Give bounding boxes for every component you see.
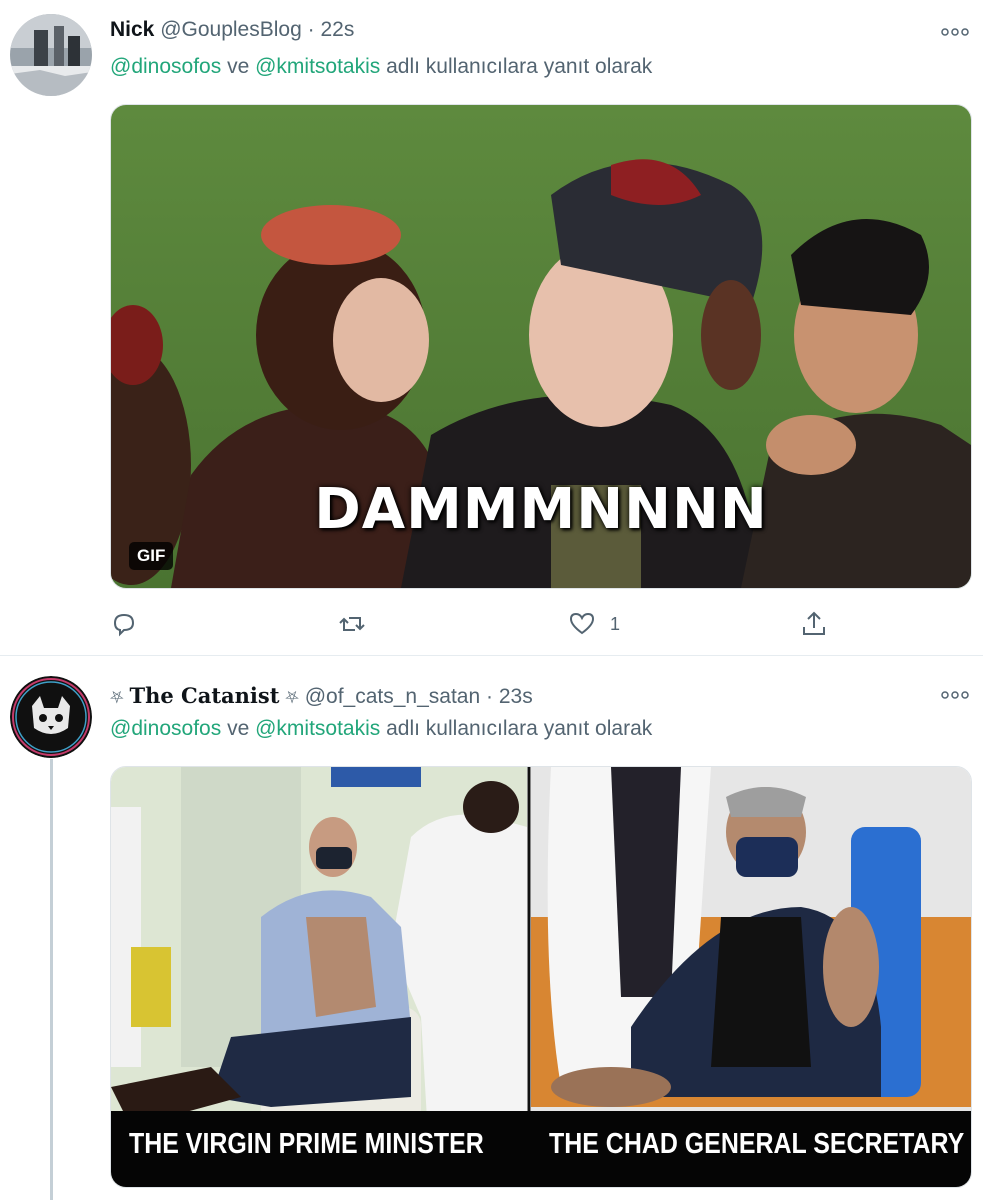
replying-to: @dinosofos ve @kmitsotakis adlı kullanıc… bbox=[110, 717, 652, 741]
separator-dot: · bbox=[307, 18, 315, 41]
more-options-icon[interactable] bbox=[941, 24, 969, 36]
reply-button[interactable] bbox=[110, 607, 138, 641]
heart-icon bbox=[569, 612, 595, 635]
tweet-actions: 1 bbox=[110, 607, 970, 641]
reply-connector: ve bbox=[227, 717, 250, 740]
mention-link[interactable]: @kmitsotakis bbox=[255, 55, 380, 78]
more-options-icon[interactable] bbox=[941, 687, 969, 699]
share-button[interactable] bbox=[800, 607, 828, 641]
retweet-button[interactable] bbox=[338, 607, 366, 641]
image-media[interactable]: THE VIRGIN PRIME MINISTER THE CHAD GENER… bbox=[110, 766, 972, 1188]
like-count: 1 bbox=[610, 613, 621, 634]
reply-suffix: adlı kullanıcılara yanıt olarak bbox=[386, 55, 653, 78]
user-handle[interactable]: @of_cats_n_satan bbox=[305, 685, 480, 708]
gif-caption: DAMMMNNNN bbox=[314, 477, 768, 542]
timestamp[interactable]: 22s bbox=[320, 18, 354, 41]
display-name[interactable]: The Catanist bbox=[129, 683, 279, 708]
like-button[interactable]: 1 bbox=[568, 607, 620, 641]
separator-dot: · bbox=[486, 685, 493, 708]
tweet-2[interactable]: ⛧ The Catanist ⛧ @of_cats_n_satan · 23s … bbox=[0, 656, 983, 1200]
mention-link[interactable]: @dinosofos bbox=[110, 55, 221, 78]
user-handle[interactable]: @GouplesBlog bbox=[160, 18, 302, 41]
display-name[interactable]: Nick bbox=[110, 18, 154, 41]
retweet-icon bbox=[339, 617, 365, 631]
tweet-header: ⛧ The Catanist ⛧ @of_cats_n_satan · 23s bbox=[110, 683, 533, 709]
gif-media[interactable]: DAMMMNNNN GIF bbox=[110, 104, 972, 589]
reply-connector: ve bbox=[227, 55, 250, 78]
pentagram-icon: ⛧ bbox=[110, 688, 124, 707]
tweet-header: Nick @GouplesBlog · 22s bbox=[110, 18, 354, 42]
reply-icon bbox=[113, 613, 135, 637]
right-caption: THE CHAD GENERAL SECRETARY bbox=[549, 1128, 965, 1160]
mention-link[interactable]: @dinosofos bbox=[110, 717, 221, 740]
pentagram-icon: ⛧ bbox=[285, 688, 299, 707]
avatar[interactable] bbox=[10, 14, 92, 96]
timestamp[interactable]: 23s bbox=[499, 685, 533, 708]
left-caption: THE VIRGIN PRIME MINISTER bbox=[129, 1128, 484, 1160]
thread-line bbox=[50, 759, 53, 1200]
reply-suffix: adlı kullanıcılara yanıt olarak bbox=[386, 717, 653, 740]
mention-link[interactable]: @kmitsotakis bbox=[255, 717, 380, 740]
gif-badge: GIF bbox=[129, 542, 174, 570]
tweet-1[interactable]: Nick @GouplesBlog · 22s @dinosofos ve @k… bbox=[0, 0, 983, 656]
replying-to: @dinosofos ve @kmitsotakis adlı kullanıc… bbox=[110, 55, 652, 79]
avatar[interactable] bbox=[10, 676, 92, 758]
share-icon bbox=[803, 611, 825, 635]
